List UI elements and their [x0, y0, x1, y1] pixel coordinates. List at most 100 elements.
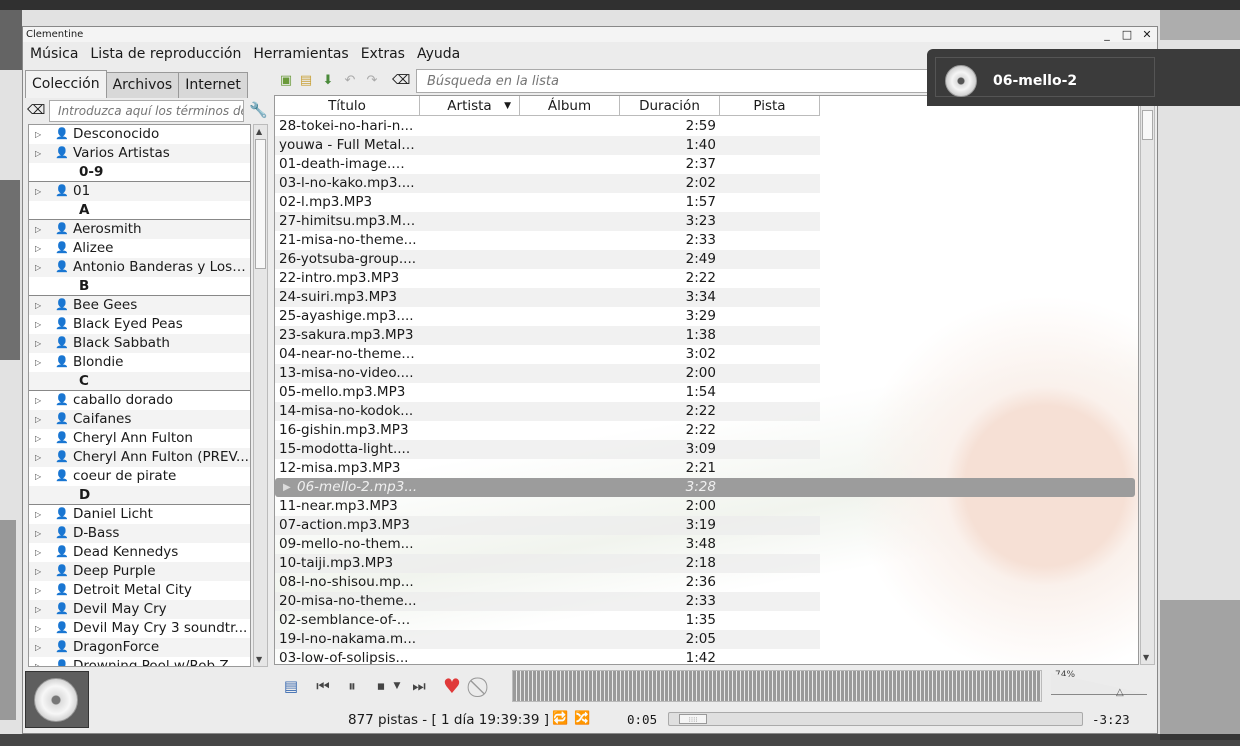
library-artist-item[interactable]: ▷ 👤 Devil May Cry [29, 600, 250, 619]
repeat-icon[interactable]: 🔁 [552, 711, 568, 726]
seek-handle[interactable]: ⁞⁞⁞⁞ [679, 714, 708, 724]
library-artist-item[interactable]: ▷ 👤 Aerosmith [29, 220, 250, 239]
volume-slider[interactable]: 74% △ [1049, 670, 1149, 702]
next-icon[interactable]: ⏭ [408, 676, 430, 696]
playlist-row[interactable]: 05-mello.mp3.MP3 1:54 [275, 383, 820, 402]
playlist-row[interactable]: 26-yotsuba-group.... 2:49 [275, 250, 820, 269]
minimize-icon[interactable]: _ [1101, 27, 1113, 42]
playlist-row[interactable]: 23-sakura.mp3.MP3 1:38 [275, 326, 820, 345]
playlist-row[interactable]: 12-misa.mp3.MP3 2:21 [275, 459, 820, 478]
playlist-row[interactable]: 01-death-image.m... 2:37 [275, 155, 820, 174]
playlist-scrollbar[interactable]: ▲ ▼ [1140, 95, 1155, 665]
library-search-input[interactable] [49, 100, 244, 122]
expand-arrow-icon[interactable]: ▷ [35, 334, 41, 353]
library-artist-item[interactable]: ▷ 👤 Varios Artistas [29, 144, 250, 163]
playlist-row[interactable]: 14-misa-no-kodok... 2:22 [275, 402, 820, 421]
library-artist-item[interactable]: ▷ 👤 Desconocido [29, 125, 250, 144]
seek-slider[interactable]: ⁞⁞⁞⁞ [668, 712, 1083, 726]
library-artist-item[interactable]: ▷ 👤 Cheryl Ann Fulton [29, 429, 250, 448]
library-artist-item[interactable]: ▷ 👤 01 [29, 182, 250, 201]
library-artist-item[interactable]: ▷ 👤 Antonio Banderas y Los l... [29, 258, 250, 277]
column-artista[interactable]: Artista ▼ [420, 96, 520, 116]
playlist-row[interactable]: 04-near-no-theme.... 3:02 [275, 345, 820, 364]
playlist-row[interactable]: 25-ayashige.mp3.... 3:29 [275, 307, 820, 326]
playlist-row[interactable]: 16-gishin.mp3.MP3 2:22 [275, 421, 820, 440]
playlist-row[interactable]: 09-mello-no-them... 3:48 [275, 535, 820, 554]
scroll-up-icon[interactable]: ▲ [256, 127, 262, 137]
wrench-icon[interactable]: 🔧 [249, 101, 268, 119]
playlist-row[interactable]: 03-low-of-solipsis... 1:42 [275, 649, 820, 664]
column-album[interactable]: Álbum [520, 96, 620, 116]
love-icon[interactable]: ♥ [440, 676, 464, 696]
expand-arrow-icon[interactable]: ▷ [35, 543, 41, 562]
expand-arrow-icon[interactable]: ▷ [35, 581, 41, 600]
playlist-menu-icon[interactable]: ▤ [280, 676, 302, 696]
playlist-row[interactable]: youwa - Full Metal ... 1:40 [275, 136, 820, 155]
volume-handle[interactable]: △ [1116, 687, 1124, 698]
expand-arrow-icon[interactable]: ▷ [35, 562, 41, 581]
playlist-table[interactable]: Título Artista ▼ Álbum Duración Pista 28-… [274, 95, 1139, 665]
playlist-row[interactable]: 28-tokei-no-hari-n... 2:59 [275, 117, 820, 136]
menu-herramientas[interactable]: Herramientas [246, 46, 353, 62]
scroll-down-icon[interactable]: ▼ [1143, 653, 1149, 663]
tab-coleccion[interactable]: Colección [25, 70, 107, 98]
playlist-row[interactable]: 08-l-no-shisou.mp... 2:36 [275, 573, 820, 592]
album-art[interactable] [25, 671, 89, 728]
close-icon[interactable]: ✕ [1141, 27, 1153, 42]
chevron-down-icon[interactable]: ▼ [392, 676, 402, 696]
scroll-down-icon[interactable]: ▼ [256, 655, 262, 665]
expand-arrow-icon[interactable]: ▷ [35, 296, 41, 315]
library-tree[interactable]: ▷ 👤 Desconocido ▷ 👤 Varios Artistas 0-9 ▷ 👤 01 A ▷ 👤… [28, 124, 251, 667]
playlist-row[interactable]: 15-modotta-light.... 3:09 [275, 440, 820, 459]
save-playlist-icon[interactable]: ⬇ [320, 73, 336, 89]
column-titulo[interactable]: Título [275, 96, 420, 116]
library-artist-item[interactable]: ▷ 👤 caballo dorado [29, 391, 250, 410]
playlist-row[interactable]: 21-misa-no-theme... 2:33 [275, 231, 820, 250]
shuffle-icon[interactable]: 🔀 [574, 711, 590, 726]
library-artist-item[interactable]: ▷ 👤 Caifanes [29, 410, 250, 429]
redo-icon[interactable]: ↷ [364, 73, 380, 89]
playlist-row[interactable]: 22-intro.mp3.MP3 2:22 [275, 269, 820, 288]
library-artist-item[interactable]: ▷ 👤 Black Sabbath [29, 334, 250, 353]
expand-arrow-icon[interactable]: ▷ [35, 391, 41, 410]
stop-icon[interactable]: ⏹ [372, 676, 390, 696]
load-playlist-icon[interactable]: ▤ [298, 73, 314, 89]
menu-musica[interactable]: Música [23, 46, 83, 62]
expand-arrow-icon[interactable]: ▷ [35, 353, 41, 372]
library-artist-item[interactable]: ▷ 👤 Deep Purple [29, 562, 250, 581]
playlist-row[interactable]: 13-misa-no-video.... 2:00 [275, 364, 820, 383]
playlist-row[interactable]: 19-l-no-nakama.m... 2:05 [275, 630, 820, 649]
scroll-thumb[interactable] [255, 139, 266, 269]
playlist-row[interactable]: 27-himitsu.mp3.MP3 3:23 [275, 212, 820, 231]
expand-arrow-icon[interactable]: ▷ [35, 258, 41, 277]
library-artist-item[interactable]: ▷ 👤 D-Bass [29, 524, 250, 543]
playlist-row[interactable]: 07-action.mp3.MP3 3:19 [275, 516, 820, 535]
library-artist-item[interactable]: ▷ 👤 Blondie [29, 353, 250, 372]
library-artist-item[interactable]: ▷ 👤 Daniel Licht [29, 505, 250, 524]
menu-ayuda[interactable]: Ayuda [410, 46, 465, 62]
library-artist-item[interactable]: ▷ 👤 Dead Kennedys [29, 543, 250, 562]
clear-search-icon[interactable]: ⌫ [27, 103, 45, 119]
library-artist-item[interactable]: ▷ 👤 DragonForce [29, 638, 250, 657]
library-artist-item[interactable]: ▷ 👤 coeur de pirate [29, 467, 250, 486]
maximize-icon[interactable]: □ [1121, 27, 1133, 42]
playlist-row[interactable]: 20-misa-no-theme... 2:33 [275, 592, 820, 611]
playlist-row[interactable]: 02-semblance-of-d... 1:35 [275, 611, 820, 630]
expand-arrow-icon[interactable]: ▷ [35, 600, 41, 619]
undo-icon[interactable]: ↶ [342, 73, 358, 89]
expand-arrow-icon[interactable]: ▷ [35, 638, 41, 657]
playlist-row[interactable]: 11-near.mp3.MP3 2:00 [275, 497, 820, 516]
library-artist-item[interactable]: ▷ 👤 Drowning Pool w/Rob Zo... [29, 657, 250, 666]
menu-extras[interactable]: Extras [354, 46, 410, 62]
tab-internet[interactable]: Internet [178, 72, 248, 98]
menu-lista-reproduccion[interactable]: Lista de reproducción [83, 46, 246, 62]
expand-arrow-icon[interactable]: ▷ [35, 220, 41, 239]
library-artist-item[interactable]: ▷ 👤 Cheryl Ann Fulton (PREV... [29, 448, 250, 467]
tab-archivos[interactable]: Archivos [105, 72, 180, 98]
expand-arrow-icon[interactable]: ▷ [35, 448, 41, 467]
playlist-row[interactable]: 03-l-no-kako.mp3.... 2:02 [275, 174, 820, 193]
library-artist-item[interactable]: ▷ 👤 Alizee [29, 239, 250, 258]
expand-arrow-icon[interactable]: ▷ [35, 315, 41, 334]
library-artist-item[interactable]: ▷ 👤 Black Eyed Peas [29, 315, 250, 334]
library-scrollbar[interactable]: ▲ ▼ [253, 124, 268, 667]
